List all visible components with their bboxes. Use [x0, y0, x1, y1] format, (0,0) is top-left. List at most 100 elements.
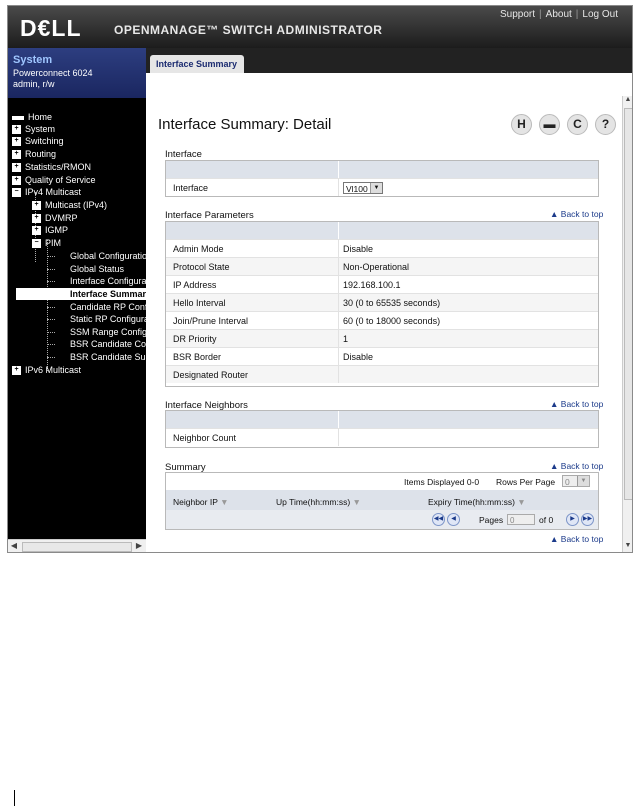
nav-qos-label: Quality of Service — [25, 175, 96, 185]
table-row: DR Priority 1 — [166, 329, 598, 347]
top-links: Support | About | Log Out — [500, 9, 618, 20]
system-info-panel: System Powerconnect 6024 admin, r/w — [8, 48, 146, 98]
interface-label: Interface — [173, 183, 209, 193]
scrollbar-thumb[interactable] — [624, 108, 632, 500]
params-table: Admin Mode Disable Protocol State Non-Oper… — [165, 221, 599, 387]
prev-page-icon[interactable]: ◀ — [447, 513, 460, 526]
nav-ssm-range-configuration-label: SSM Range Configuration — [70, 327, 146, 337]
param-value: 1 — [343, 334, 349, 344]
system-model: Powerconnect 6024 — [13, 68, 93, 78]
interface-table: Interface Vl100 ▼ — [165, 160, 599, 197]
expand-icon[interactable]: + — [12, 125, 21, 135]
next-page-icon[interactable]: ▶ — [566, 513, 579, 526]
expand-icon[interactable]: + — [12, 366, 21, 376]
collapse-icon[interactable]: − — [32, 239, 41, 249]
back-to-top-link[interactable]: ▲ Back to top — [550, 399, 603, 409]
support-link[interactable]: Support — [500, 9, 535, 20]
summary-column-header: Neighbor IP ▼ Up Time(hh:mm:ss) ▼ Expiry… — [166, 490, 598, 510]
nav-global-configuration[interactable]: Global Configuration — [70, 250, 146, 262]
nav-statistics[interactable]: + Statistics/RMON — [12, 161, 91, 173]
browser-frame: D€LL OPENMANAGE™ SWITCH ADMINISTRATOR Su… — [7, 5, 633, 553]
scroll-right-icon[interactable]: ▶ — [134, 541, 144, 551]
nav-home[interactable]: Home — [12, 111, 52, 123]
chevron-down-icon[interactable]: ▼ — [577, 476, 589, 486]
first-page-icon[interactable]: ◀◀ — [432, 513, 445, 526]
rows-per-page-select[interactable]: 0 ▼ — [562, 475, 590, 487]
column-expiry-time[interactable]: Expiry Time(hh:mm:ss) ▼ — [428, 497, 526, 507]
nav-dvmrp[interactable]: + DVMRP — [32, 212, 78, 224]
page-input[interactable]: 0 — [507, 514, 535, 525]
expand-icon[interactable]: + — [12, 137, 21, 147]
nav-global-status-label: Global Status — [70, 264, 125, 274]
system-title[interactable]: System — [13, 54, 52, 66]
interface-section-title: Interface — [165, 149, 202, 160]
table-header — [166, 161, 598, 178]
scroll-left-icon[interactable]: ◀ — [9, 541, 19, 551]
back-to-top-label: Back to top — [560, 399, 604, 409]
logout-link[interactable]: Log Out — [582, 9, 618, 20]
param-label: Protocol State — [173, 262, 230, 272]
print-icon[interactable]: ▬ — [539, 114, 560, 135]
tab-interface-summary[interactable]: Interface Summary — [150, 55, 244, 73]
params-section-title: Interface Parameters — [165, 210, 254, 221]
expand-icon[interactable]: + — [12, 176, 21, 186]
sidebar-horizontal-scrollbar[interactable]: ◀ ▶ — [8, 539, 146, 552]
expand-icon[interactable]: + — [32, 226, 41, 236]
of-pages-label: of 0 — [539, 515, 554, 525]
nav-static-rp-configuration[interactable]: Static RP Configuration — [70, 313, 146, 325]
help-icon[interactable]: ? — [595, 114, 616, 135]
nav-bsr-candidate-configuration[interactable]: BSR Candidate Configuration — [70, 338, 146, 350]
nav-pim[interactable]: − PIM — [32, 237, 61, 249]
expand-icon[interactable]: + — [32, 214, 41, 224]
param-label: Join/Prune Interval — [173, 316, 249, 326]
about-link[interactable]: About — [546, 9, 572, 20]
nav-system[interactable]: + System — [12, 123, 55, 135]
collapse-icon[interactable]: − — [12, 188, 21, 198]
back-to-top-link[interactable]: ▲ Back to top — [550, 534, 603, 544]
nav-qos[interactable]: + Quality of Service — [12, 174, 96, 186]
param-value: 30 (0 to 65535 seconds) — [343, 298, 441, 308]
pagination-bar: ◀◀ ◀ Pages 0 of 0 ▶ ▶▶ — [166, 510, 598, 529]
content-vertical-scrollbar[interactable]: ▲ ▼ — [622, 96, 632, 552]
scroll-up-icon[interactable]: ▲ — [623, 96, 632, 106]
system-user: admin, r/w — [13, 79, 55, 89]
page-input-value: 0 — [510, 516, 515, 525]
refresh-icon[interactable]: C — [567, 114, 588, 135]
scrollbar-thumb[interactable] — [22, 542, 132, 552]
page-title: Interface Summary: Detail — [158, 116, 332, 133]
nav-bsr-candidate-summary[interactable]: BSR Candidate Summary — [70, 351, 146, 363]
column-neighbor-ip[interactable]: Neighbor IP ▼ — [173, 497, 229, 507]
expand-icon[interactable]: + — [12, 150, 21, 160]
nav-global-status[interactable]: Global Status — [70, 263, 124, 275]
nav-switching-label: Switching — [25, 136, 64, 146]
nav-ipv4-multicast[interactable]: − IPv4 Multicast — [12, 186, 81, 198]
back-to-top-link[interactable]: ▲ Back to top — [550, 461, 603, 471]
nav-pim-label: PIM — [45, 238, 62, 248]
param-value: Non-Operational — [343, 262, 410, 272]
last-page-icon[interactable]: ▶▶ — [581, 513, 594, 526]
tab-bar: Interface Summary — [146, 48, 632, 73]
nav-interface-summary[interactable]: Interface Summary — [16, 288, 146, 300]
table-row: Neighbor Count — [166, 428, 598, 446]
save-icon[interactable]: H — [511, 114, 532, 135]
nav-bsr-candidate-configuration-label: BSR Candidate Configuration — [70, 339, 146, 349]
nav-routing[interactable]: + Routing — [12, 148, 56, 160]
scroll-down-icon[interactable]: ▼ — [623, 542, 632, 552]
table-row: BSR Border Disable — [166, 347, 598, 365]
nav-igmp[interactable]: + IGMP — [32, 224, 68, 236]
nav-interface-configuration[interactable]: Interface Configuration — [70, 275, 146, 287]
nav-candidate-rp-configuration[interactable]: Candidate RP Configuration — [70, 301, 146, 313]
chevron-down-icon[interactable]: ▼ — [370, 183, 382, 193]
back-to-top-link[interactable]: ▲ Back to top — [550, 209, 603, 219]
nav-ipv6-multicast[interactable]: + IPv6 Multicast — [12, 364, 81, 376]
nav-ssm-range-configuration[interactable]: SSM Range Configuration — [70, 326, 146, 338]
expand-icon[interactable]: + — [32, 201, 41, 211]
expand-icon[interactable]: + — [12, 163, 21, 173]
table-row: IP Address 192.168.100.1 — [166, 275, 598, 293]
page-edge-mark — [14, 790, 15, 806]
column-up-time[interactable]: Up Time(hh:mm:ss) ▼ — [276, 497, 361, 507]
interface-select[interactable]: Vl100 ▼ — [343, 182, 383, 194]
nav-multicast-ipv4[interactable]: + Multicast (IPv4) — [32, 199, 107, 211]
nav-switching[interactable]: + Switching — [12, 135, 64, 147]
back-to-top-label: Back to top — [560, 209, 604, 219]
